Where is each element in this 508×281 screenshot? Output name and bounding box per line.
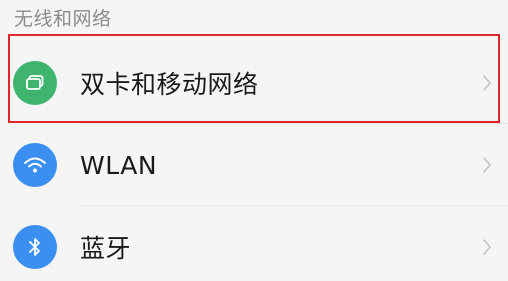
list-item-bluetooth[interactable]: 蓝牙 bbox=[0, 206, 508, 281]
settings-page: 无线和网络 双卡和移动网络 WLAN 蓝牙 bbox=[0, 0, 508, 281]
section-header: 无线和网络 bbox=[14, 8, 112, 30]
bluetooth-icon bbox=[13, 225, 57, 269]
highlight-box bbox=[8, 34, 500, 123]
wifi-icon bbox=[13, 143, 57, 187]
list-item-label: 蓝牙 bbox=[80, 234, 132, 263]
list-item-label: WLAN bbox=[80, 150, 158, 180]
chevron-right-icon bbox=[480, 154, 494, 176]
list-item-wlan[interactable]: WLAN bbox=[0, 124, 508, 206]
chevron-right-icon bbox=[480, 236, 494, 258]
